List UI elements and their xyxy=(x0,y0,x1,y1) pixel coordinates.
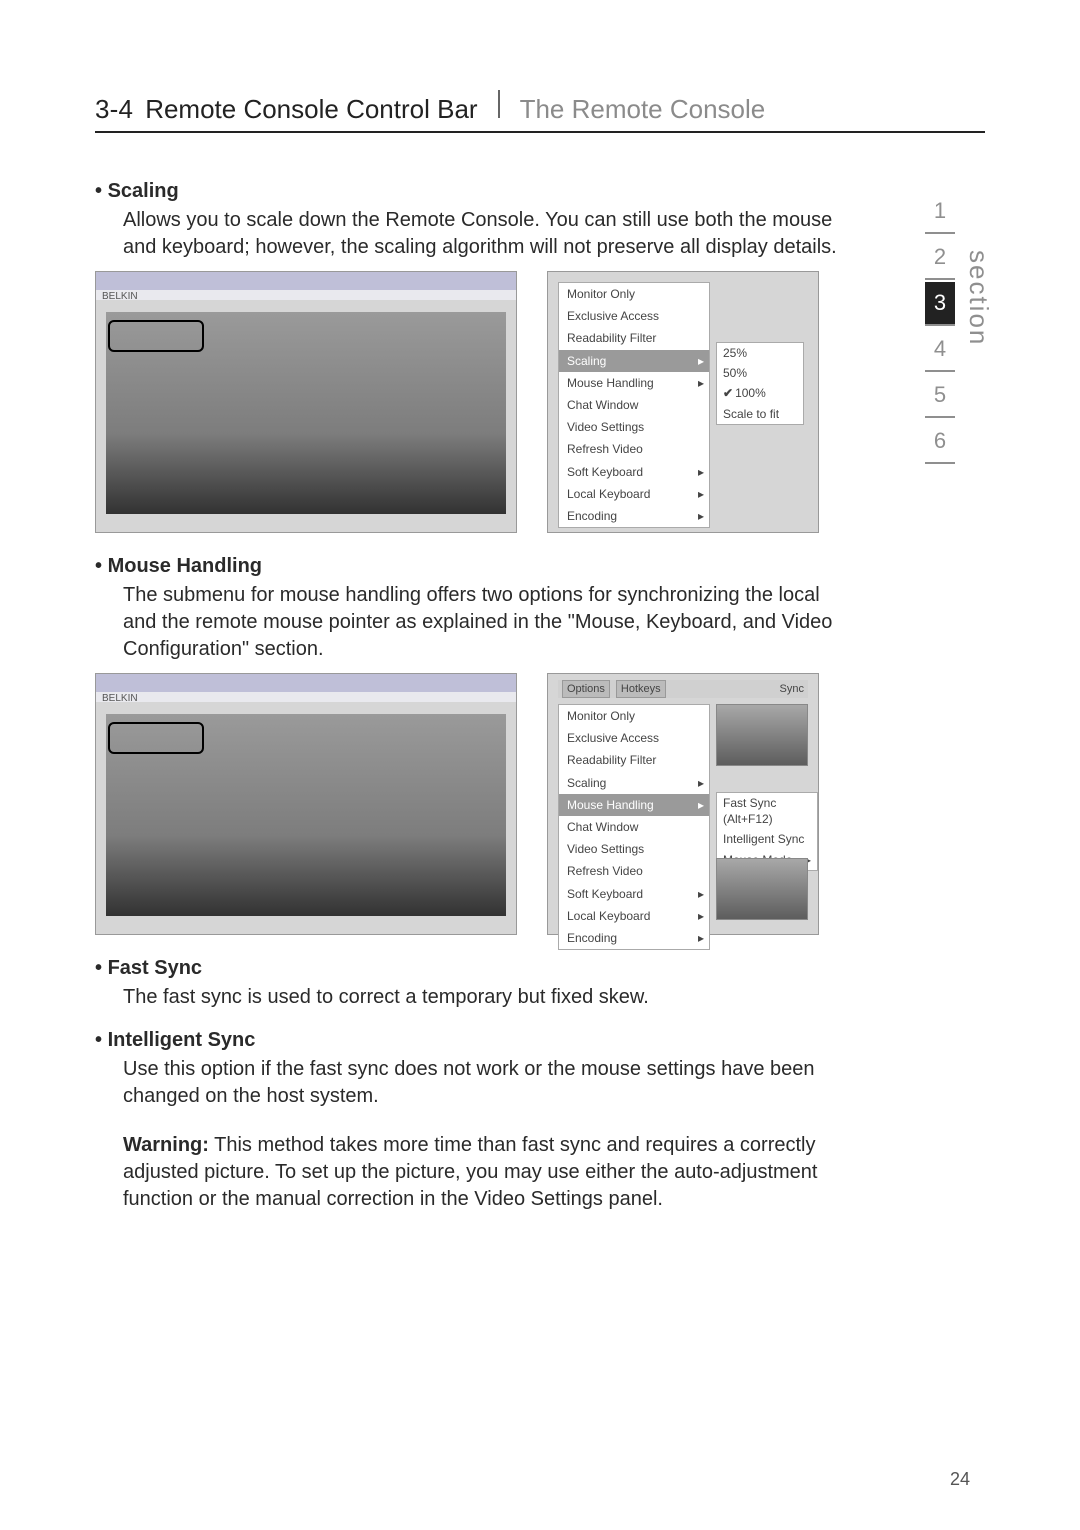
submenu-item: 50% xyxy=(717,363,803,383)
check-icon: ✔ xyxy=(723,386,735,400)
menu-item: Encoding▸ xyxy=(559,927,709,949)
section-index-sidebar: 123456 section xyxy=(925,190,985,464)
shot-titlebar xyxy=(96,674,516,692)
text-scaling: Allows you to scale down the Remote Cons… xyxy=(123,207,855,261)
menu-item: Monitor Only xyxy=(559,705,709,727)
header-chapter-title: The Remote Console xyxy=(520,94,766,125)
menu-item: Exclusive Access xyxy=(559,305,709,327)
menu-item: Scaling▸ xyxy=(559,350,709,372)
toolbar-mini: Options Hotkeys Sync xyxy=(558,680,808,698)
section-index-5: 5 xyxy=(925,374,955,418)
section-index-3: 3 xyxy=(925,282,955,326)
header-section-number: 3-4 xyxy=(95,94,133,125)
menu-item: Monitor Only xyxy=(559,283,709,305)
menu-item: Soft Keyboard▸ xyxy=(559,883,709,905)
toolbar-hotkeys: Hotkeys xyxy=(616,680,666,699)
submenu-arrow-icon: ▸ xyxy=(698,464,704,480)
shot-brandbar: BELKIN xyxy=(96,290,516,300)
text-fast-sync: The fast sync is used to correct a tempo… xyxy=(123,984,855,1011)
preview-thumb xyxy=(716,704,808,766)
submenu-arrow-icon: ▸ xyxy=(698,775,704,791)
menu-item: Scaling▸ xyxy=(559,772,709,794)
menu-item: Chat Window xyxy=(559,816,709,838)
heading-mouse-handling: Mouse Handling xyxy=(95,553,855,580)
section-index-2: 2 xyxy=(925,236,955,280)
shot-titlebar xyxy=(96,272,516,290)
menu-item: Chat Window xyxy=(559,394,709,416)
warning-text: This method takes more time than fast sy… xyxy=(123,1134,817,1210)
submenu-arrow-icon: ▸ xyxy=(698,930,704,946)
menu-item: Mouse Handling▸ xyxy=(559,794,709,816)
heading-scaling: Scaling xyxy=(95,178,855,205)
menu-item: Refresh Video xyxy=(559,860,709,882)
toolbar-options: Options xyxy=(562,680,610,699)
text-mouse-handling: The submenu for mouse handling offers tw… xyxy=(123,582,855,663)
submenu-arrow-icon: ▸ xyxy=(698,508,704,524)
header-section-title: Remote Console Control Bar xyxy=(145,94,477,125)
page-number: 24 xyxy=(950,1469,970,1490)
submenu-arrow-icon: ▸ xyxy=(698,375,704,391)
menu-item: Readability Filter xyxy=(559,749,709,771)
heading-fast-sync: Fast Sync xyxy=(95,955,855,982)
submenu-item: ✔100% xyxy=(717,383,803,403)
shot-highlight-frame xyxy=(108,722,204,754)
submenu-item: Scale to fit xyxy=(717,404,803,424)
submenu-item: Intelligent Sync xyxy=(717,829,817,849)
menu-item: Local Keyboard▸ xyxy=(559,483,709,505)
section-index-label: section xyxy=(963,250,994,346)
menu-item: Local Keyboard▸ xyxy=(559,905,709,927)
text-intelligent-sync: Use this option if the fast sync does no… xyxy=(123,1056,855,1110)
menu-item: Refresh Video xyxy=(559,438,709,460)
submenu-arrow-icon: ▸ xyxy=(698,886,704,902)
menu-item: Exclusive Access xyxy=(559,727,709,749)
text-warning: Warning: This method takes more time tha… xyxy=(123,1132,855,1213)
menu-item: Encoding▸ xyxy=(559,505,709,527)
section-index-1: 1 xyxy=(925,190,955,234)
submenu-item: Fast Sync (Alt+F12) xyxy=(717,793,817,829)
menu-item: Soft Keyboard▸ xyxy=(559,461,709,483)
heading-intelligent-sync: Intelligent Sync xyxy=(95,1027,855,1054)
submenu-item: 25% xyxy=(717,343,803,363)
warning-label: Warning: xyxy=(123,1134,209,1156)
submenu-arrow-icon: ▸ xyxy=(698,908,704,924)
section-index-6: 6 xyxy=(925,420,955,464)
submenu-arrow-icon: ▸ xyxy=(698,486,704,502)
menu-item: Mouse Handling▸ xyxy=(559,372,709,394)
figure-mouse-handling: BELKIN Options Hotkeys Sync Monitor Only… xyxy=(95,673,855,935)
menu-item: Readability Filter xyxy=(559,327,709,349)
preview-thumb xyxy=(716,858,808,920)
toolbar-sync: Sync xyxy=(780,682,804,697)
mouse-screenshot-right: Options Hotkeys Sync Monitor OnlyExclusi… xyxy=(547,673,819,935)
menu-item: Video Settings xyxy=(559,838,709,860)
shot-highlight-frame xyxy=(108,320,204,352)
mouse-screenshot-left: BELKIN xyxy=(95,673,517,935)
scaling-screenshot-right: Monitor OnlyExclusive AccessReadability … xyxy=(547,271,819,533)
header-separator xyxy=(498,90,500,118)
page-header: 3-4 Remote Console Control Bar The Remot… xyxy=(95,90,985,133)
section-index-4: 4 xyxy=(925,328,955,372)
submenu-arrow-icon: ▸ xyxy=(698,797,704,813)
scaling-screenshot-left: BELKIN xyxy=(95,271,517,533)
submenu-arrow-icon: ▸ xyxy=(698,353,704,369)
figure-scaling: BELKIN Monitor OnlyExclusive AccessReada… xyxy=(95,271,855,533)
shot-brandbar: BELKIN xyxy=(96,692,516,702)
menu-item: Video Settings xyxy=(559,416,709,438)
